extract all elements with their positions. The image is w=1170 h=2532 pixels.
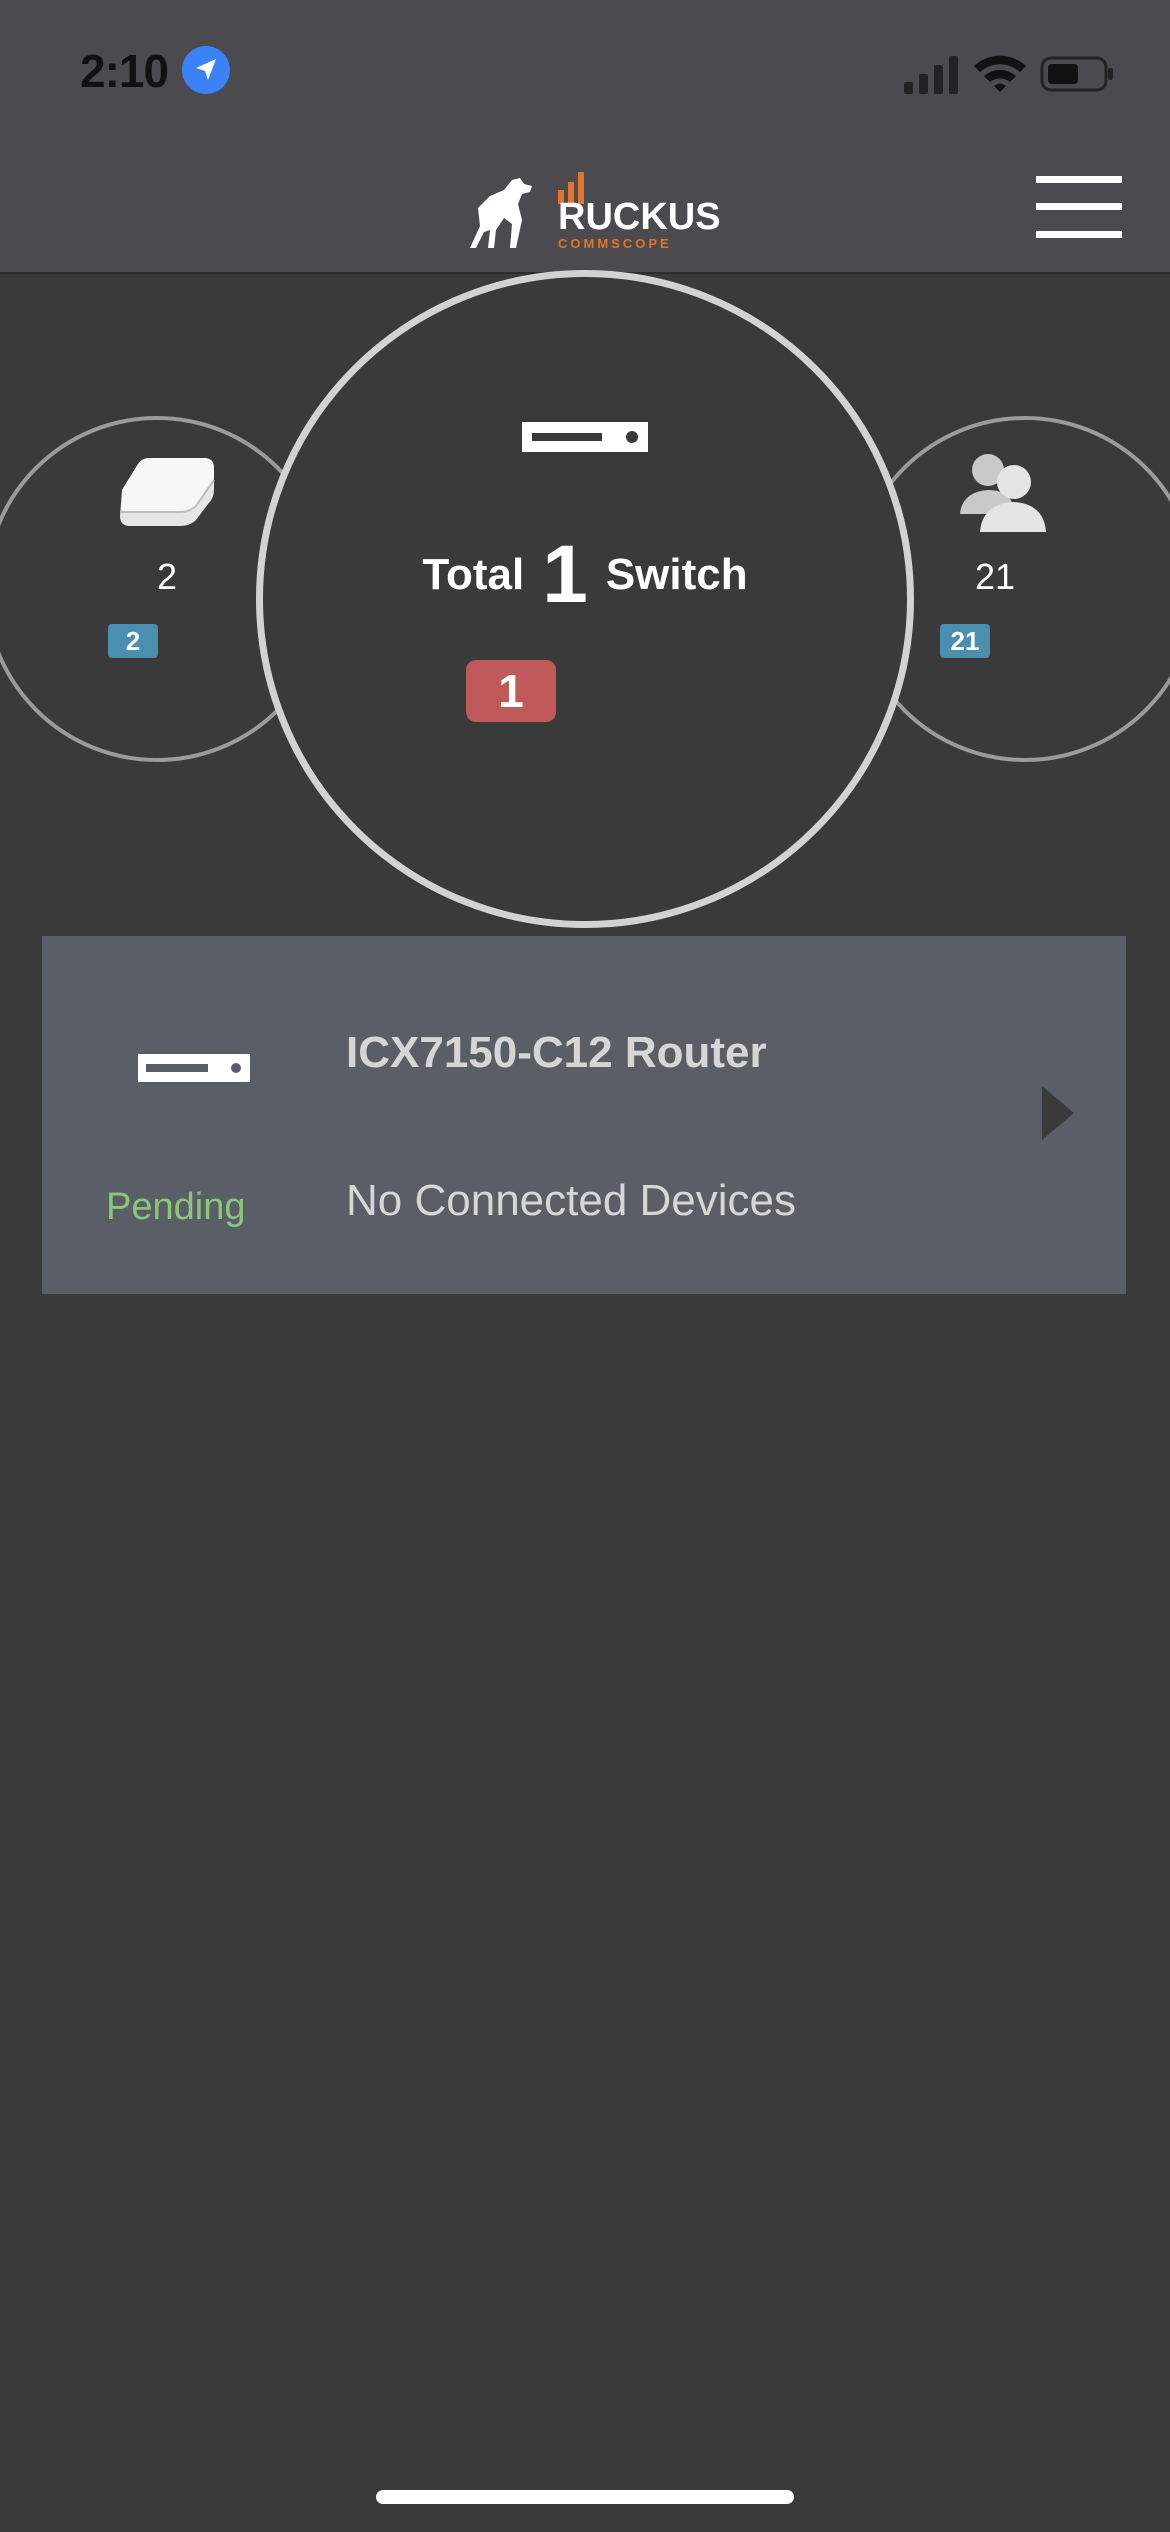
users-icon: [960, 454, 1046, 532]
switch-total-line: Total 1 Switch: [256, 528, 914, 622]
switch-alert-badge: 1: [466, 660, 556, 722]
device-status: Pending: [106, 1186, 246, 1228]
switch-total-count: 1: [542, 529, 588, 620]
clients-count: 21: [974, 556, 1016, 597]
switch-type-label: Switch: [605, 550, 748, 599]
location-arrow-icon: [182, 46, 230, 94]
device-name: ICX7150-C12 Router: [346, 1028, 767, 1077]
access-point-badge: 2: [108, 624, 158, 658]
clients-badge: 21: [940, 624, 990, 658]
cellular-signal-icon: [904, 56, 958, 94]
chevron-right-icon[interactable]: [1038, 1084, 1078, 1142]
status-time: 2:10: [80, 45, 169, 97]
wifi-icon: [974, 55, 1026, 92]
total-label: Total: [422, 550, 525, 599]
access-point-count: 2: [156, 556, 178, 597]
switch-icon: [522, 422, 648, 452]
logo-wordmark: RUCKUS: [558, 196, 721, 238]
access-point-icon: [120, 458, 215, 526]
device-connections: No Connected Devices: [346, 1176, 797, 1225]
device-card[interactable]: Pending ICX7150-C12 Router No Connected …: [42, 936, 1126, 1294]
hamburger-menu-icon[interactable]: [1036, 176, 1122, 238]
home-indicator: [376, 2490, 794, 2504]
logo-subtext: COMMSCOPE: [558, 236, 672, 251]
switch-icon: [138, 1054, 250, 1082]
battery-icon: [1040, 56, 1113, 92]
